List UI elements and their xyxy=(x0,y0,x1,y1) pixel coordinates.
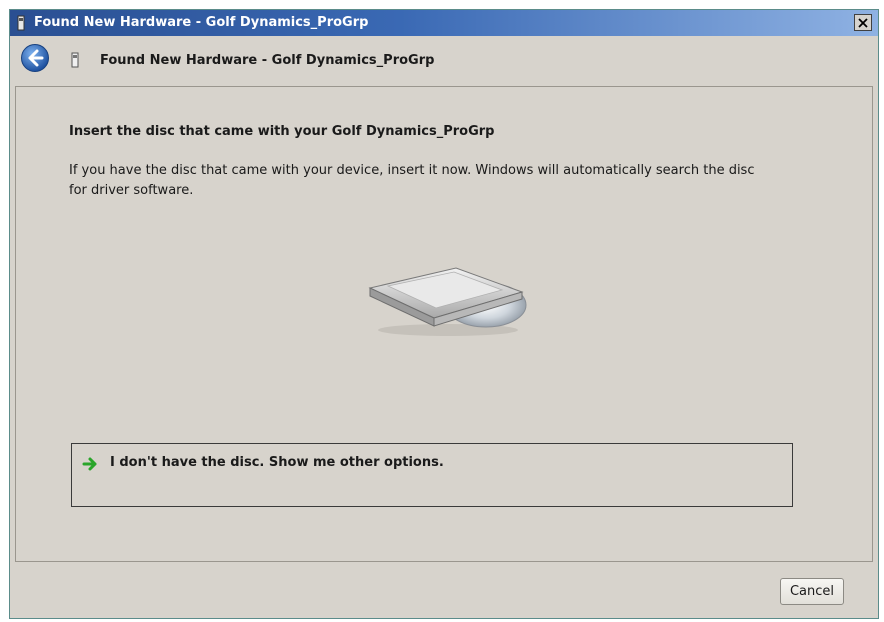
no-disc-option-label: I don't have the disc. Show me other opt… xyxy=(110,455,444,470)
title-bar: Found New Hardware - Golf Dynamics_ProGr… xyxy=(10,10,878,36)
usb-device-icon xyxy=(17,15,25,31)
back-arrow-icon[interactable] xyxy=(20,43,50,73)
description-text: If you have the disc that came with your… xyxy=(69,163,755,198)
content-panel: Insert the disc that came with your Golf… xyxy=(15,86,873,562)
nav-title: Found New Hardware - Golf Dynamics_ProGr… xyxy=(100,53,435,68)
navigation-bar: Found New Hardware - Golf Dynamics_ProGr… xyxy=(10,36,878,82)
close-button[interactable] xyxy=(854,14,872,31)
dialog-window: Found New Hardware - Golf Dynamics_ProGr… xyxy=(9,9,879,619)
disc-drive-icon xyxy=(368,267,527,336)
cancel-button[interactable]: Cancel xyxy=(780,578,844,605)
no-disc-option[interactable]: I don't have the disc. Show me other opt… xyxy=(71,443,793,507)
green-arrow-icon xyxy=(82,457,97,471)
window-title: Found New Hardware - Golf Dynamics_ProGr… xyxy=(34,15,369,30)
close-icon xyxy=(858,17,868,28)
page-heading: Insert the disc that came with your Golf… xyxy=(69,124,495,139)
usb-device-icon xyxy=(71,52,79,68)
